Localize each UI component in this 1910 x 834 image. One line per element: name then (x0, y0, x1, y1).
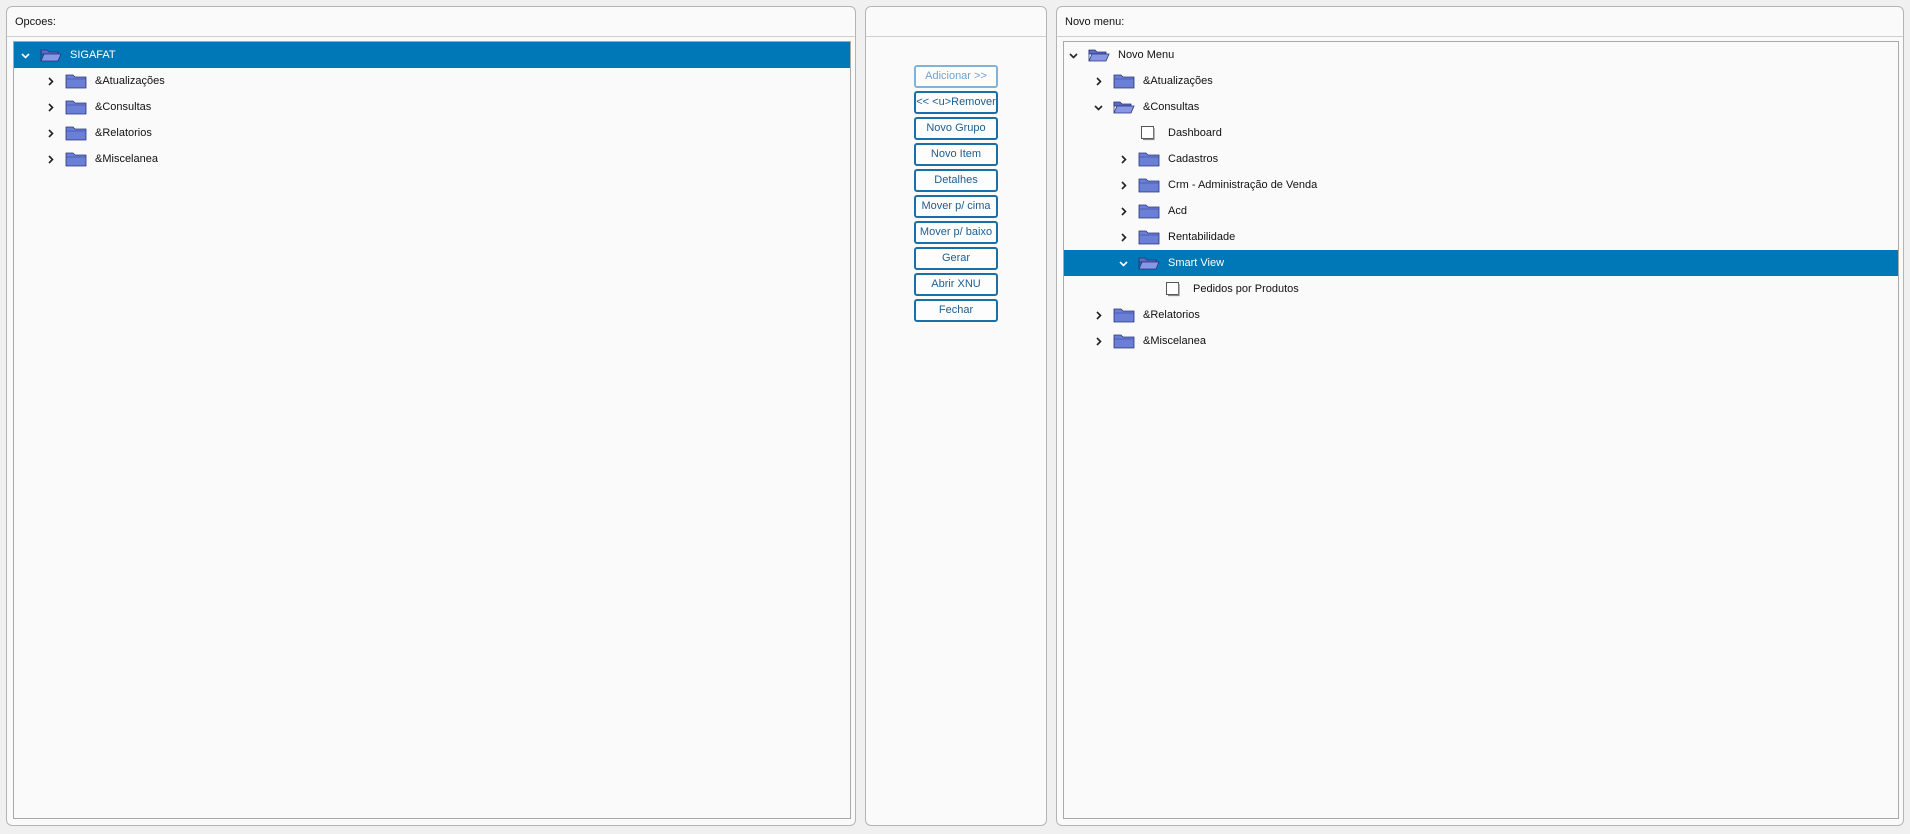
remover-button[interactable]: << <u>Remover (914, 91, 998, 114)
new-menu-panel: Novo menu: Novo Menu &Atualizações &Consul… (1056, 6, 1904, 826)
folder-open-icon (1113, 99, 1135, 115)
folder-open-icon (1088, 47, 1110, 63)
tree-item-dashboard[interactable]: Dashboard (1064, 120, 1898, 146)
chevron-right-icon[interactable] (1091, 68, 1105, 94)
folder-icon (1113, 73, 1135, 89)
tree-item-miscelanea[interactable]: &Miscelanea (1064, 328, 1898, 354)
tree-item-atualiza-es[interactable]: &Atualizações (1064, 68, 1898, 94)
chevron-right-icon[interactable] (1091, 328, 1105, 354)
tree-item-sigafat[interactable]: SIGAFAT (14, 42, 850, 68)
chevron-right-icon[interactable] (1116, 224, 1130, 250)
tree-item-pedidos-por-produtos[interactable]: Pedidos por Produtos (1064, 276, 1898, 302)
document-icon (1140, 125, 1156, 141)
tree-item-label: &Miscelanea (95, 153, 158, 165)
fechar-button[interactable]: Fechar (914, 299, 998, 322)
folder-open-icon (40, 47, 62, 63)
chevron-right-icon[interactable] (1091, 302, 1105, 328)
novo-grupo-button[interactable]: Novo Grupo (914, 117, 998, 140)
tree-item-label: Smart View (1168, 257, 1225, 269)
mover-cima-button[interactable]: Mover p/ cima (914, 195, 998, 218)
chevron-right-icon[interactable] (1116, 198, 1130, 224)
tree-item-label: Cadastros (1168, 153, 1219, 165)
tree-item-label: Acd (1168, 205, 1187, 217)
gerar-button[interactable]: Gerar (914, 247, 998, 270)
document-icon (1165, 281, 1181, 297)
tree-item-acd[interactable]: Acd (1064, 198, 1898, 224)
novo-item-button[interactable]: Novo Item (914, 143, 998, 166)
tree-item-label: Rentabilidade (1168, 231, 1236, 243)
tree-item-consultas[interactable]: &Consultas (1064, 94, 1898, 120)
tree-item-miscelanea[interactable]: &Miscelanea (14, 146, 850, 172)
folder-icon (65, 73, 87, 89)
folder-icon (1138, 151, 1160, 167)
folder-icon (1138, 229, 1160, 245)
tree-item-label: &Miscelanea (1143, 335, 1206, 347)
detalhes-button[interactable]: Detalhes (914, 169, 998, 192)
tree-item-label: Novo Menu (1118, 49, 1175, 61)
tree-item-smart-view[interactable]: Smart View (1064, 250, 1898, 276)
folder-icon (1113, 333, 1135, 349)
tree-item-atualiza-es[interactable]: &Atualizações (14, 68, 850, 94)
options-tree[interactable]: SIGAFAT &Atualizações &Consultas &Relatorio… (13, 41, 851, 819)
chevron-down-icon[interactable] (18, 42, 32, 68)
chevron-down-icon[interactable] (1091, 94, 1105, 120)
chevron-down-icon[interactable] (1066, 42, 1080, 68)
tree-item-rentabilidade[interactable]: Rentabilidade (1064, 224, 1898, 250)
chevron-right-icon[interactable] (43, 120, 57, 146)
abrir-xnu-button[interactable]: Abrir XNU (914, 273, 998, 296)
folder-icon (65, 125, 87, 141)
tree-item-label: &Relatorios (1143, 309, 1200, 321)
tree-item-label: &Atualizações (1143, 75, 1213, 87)
tree-item-label: &Consultas (95, 101, 152, 113)
folder-icon (65, 151, 87, 167)
new-menu-tree[interactable]: Novo Menu &Atualizações &Consultas Dashboar… (1063, 41, 1899, 819)
tree-item-label: Crm - Administração de Venda (1168, 179, 1318, 191)
tree-item-cadastros[interactable]: Cadastros (1064, 146, 1898, 172)
actions-panel-title (866, 7, 1046, 37)
tree-item-relatorios[interactable]: &Relatorios (14, 120, 850, 146)
chevron-right-icon[interactable] (43, 146, 57, 172)
tree-item-label: &Consultas (1143, 101, 1200, 113)
tree-item-label: SIGAFAT (70, 49, 116, 61)
chevron-right-icon[interactable] (1116, 172, 1130, 198)
folder-icon (1138, 203, 1160, 219)
tree-item-label: &Atualizações (95, 75, 165, 87)
tree-item-label: &Relatorios (95, 127, 152, 139)
chevron-down-icon[interactable] (1116, 250, 1130, 276)
folder-open-icon (1138, 255, 1160, 271)
options-panel-title: Opcoes: (7, 7, 855, 37)
mover-baixo-button[interactable]: Mover p/ baixo (914, 221, 998, 244)
options-panel: Opcoes: SIGAFAT &Atualizações &Consultas &R… (6, 6, 856, 826)
adicionar-button[interactable]: Adicionar >> (914, 65, 998, 88)
tree-item-novo-menu[interactable]: Novo Menu (1064, 42, 1898, 68)
chevron-right-icon[interactable] (43, 94, 57, 120)
folder-icon (65, 99, 87, 115)
actions-panel: Adicionar >> << <u>Remover Novo Grupo Novo … (865, 6, 1047, 826)
tree-item-crm-administra-o-de-venda[interactable]: Crm - Administração de Venda (1064, 172, 1898, 198)
action-buttons: Adicionar >> << <u>Remover Novo Grupo Novo … (914, 65, 1000, 325)
new-menu-panel-title: Novo menu: (1057, 7, 1903, 37)
folder-icon (1138, 177, 1160, 193)
tree-item-label: Dashboard (1168, 127, 1222, 139)
folder-icon (1113, 307, 1135, 323)
tree-item-label: Pedidos por Produtos (1193, 283, 1299, 295)
chevron-right-icon[interactable] (1116, 146, 1130, 172)
tree-item-consultas[interactable]: &Consultas (14, 94, 850, 120)
tree-item-relatorios[interactable]: &Relatorios (1064, 302, 1898, 328)
chevron-right-icon[interactable] (43, 68, 57, 94)
